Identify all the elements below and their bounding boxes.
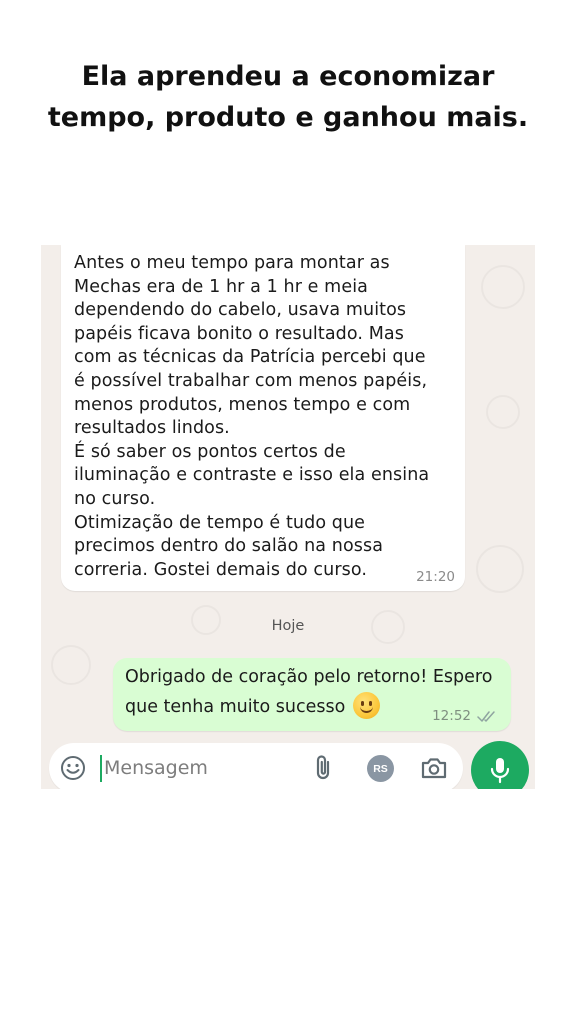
chat-screenshot: Antes o meu tempo para montar as Mechas … — [41, 245, 535, 789]
date-separator-label: Hoje — [271, 618, 305, 634]
headline-line-1: Ela aprendeu a economizar — [81, 61, 495, 92]
wallpaper-doodle — [486, 395, 520, 429]
avatar-rs[interactable]: RS — [367, 755, 394, 782]
wallpaper-doodle — [476, 545, 524, 593]
incoming-message-text: Antes o meu tempo para montar as Mechas … — [74, 253, 430, 580]
camera-icon — [421, 758, 447, 779]
headline: Ela aprendeu a economizar tempo, produto… — [0, 56, 576, 138]
microphone-icon — [490, 758, 510, 784]
message-input[interactable] — [104, 751, 294, 785]
outgoing-message-line-2: que tenha muito sucesso — [125, 697, 346, 717]
message-composer: RS — [49, 743, 463, 789]
attach-button[interactable] — [312, 753, 336, 783]
wallpaper-doodle — [51, 645, 91, 685]
text-cursor — [100, 755, 102, 782]
wallpaper-doodle — [481, 265, 525, 309]
outgoing-message-time: 12:52 — [432, 708, 471, 724]
outgoing-message-bubble[interactable]: Obrigado de coração pelo retorno! Espero… — [113, 658, 511, 731]
incoming-message-bubble[interactable]: Antes o meu tempo para montar as Mechas … — [61, 245, 465, 591]
date-separator: Hoje — [41, 616, 535, 636]
paperclip-icon — [316, 755, 330, 780]
incoming-message-time: 21:20 — [416, 569, 455, 585]
emoji-picker-button[interactable] — [59, 754, 87, 782]
outgoing-message-line-1: Obrigado de coração pelo retorno! Espero — [125, 667, 493, 687]
voice-message-button[interactable] — [471, 741, 529, 789]
headline-line-2: tempo, produto e ganhou mais. — [47, 102, 529, 133]
page: Ela aprendeu a economizar tempo, produto… — [0, 0, 576, 1024]
slightly-smiling-face-emoji-icon — [352, 692, 380, 719]
double-check-icon — [477, 711, 495, 722]
smiley-icon — [61, 756, 85, 780]
camera-button[interactable] — [420, 755, 448, 781]
